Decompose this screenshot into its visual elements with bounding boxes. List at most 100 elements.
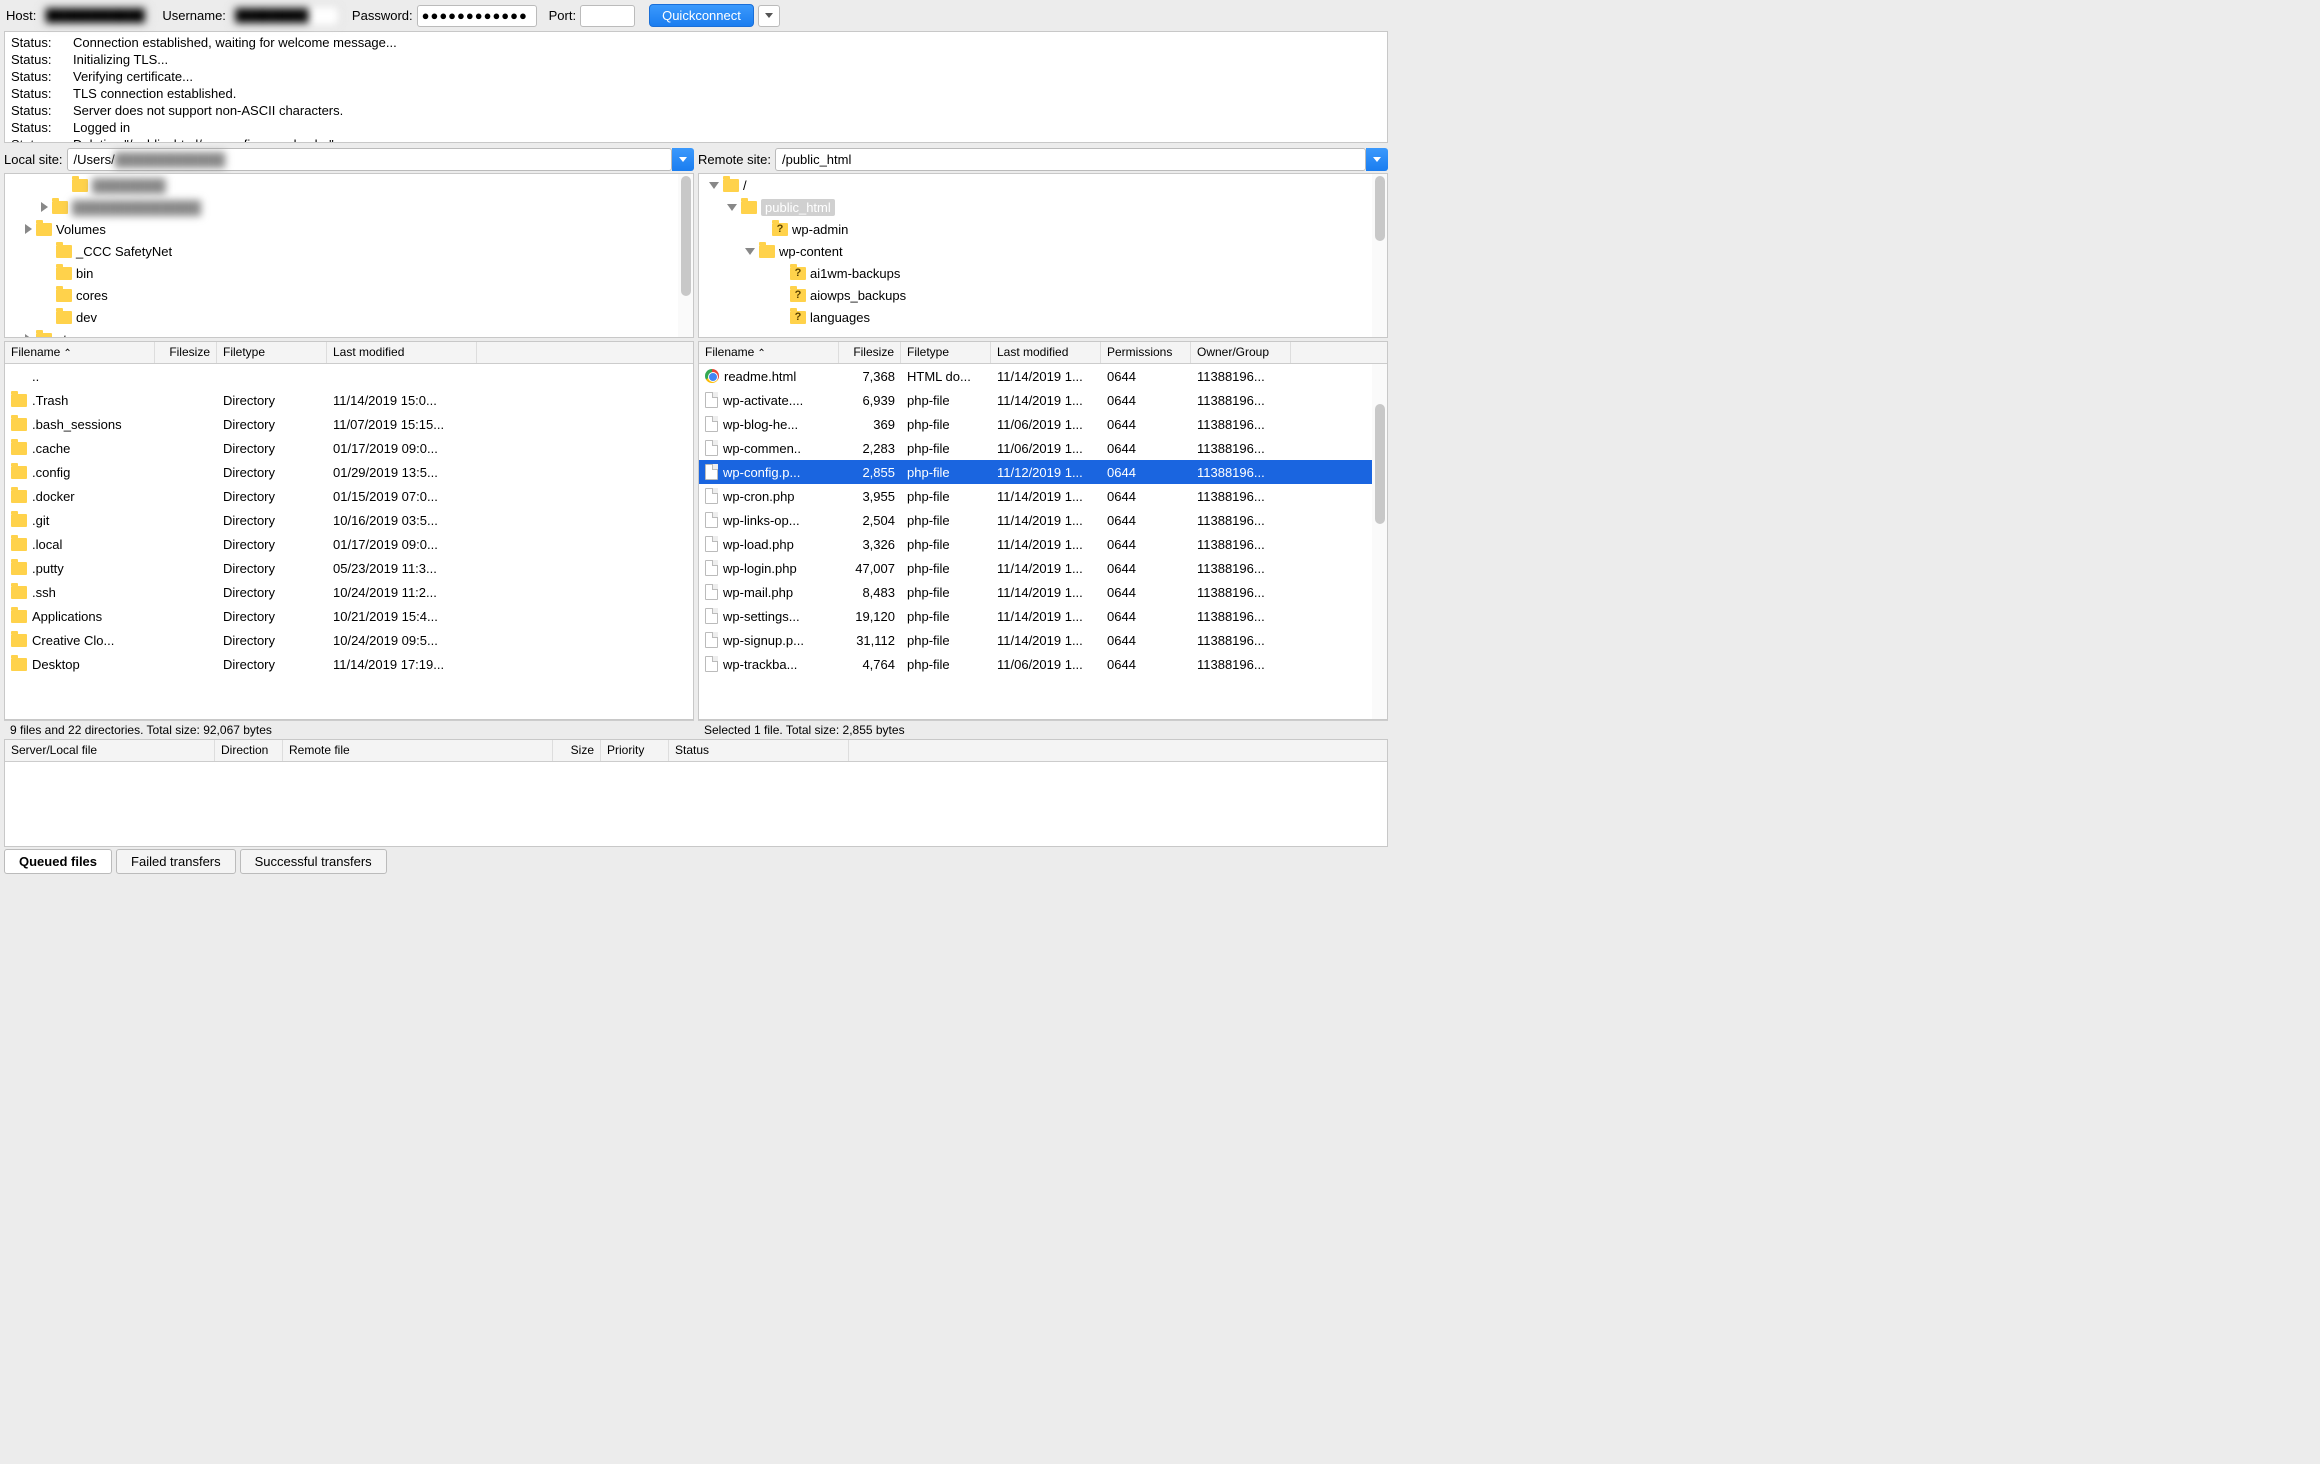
collapse-icon[interactable] xyxy=(727,204,737,211)
folder-unknown-icon: ? xyxy=(790,267,806,280)
column-header[interactable]: Filename⌃ xyxy=(699,342,839,363)
scrollbar-thumb[interactable] xyxy=(1375,176,1385,241)
tree-item[interactable]: _CCC SafetyNet xyxy=(5,240,693,262)
remote-path-dropdown[interactable] xyxy=(1366,148,1388,171)
filetype: php-file xyxy=(901,391,991,410)
filesize: 2,504 xyxy=(839,511,901,530)
scrollbar-thumb[interactable] xyxy=(681,176,691,296)
file-row[interactable]: wp-login.php 47,007 php-file 11/14/2019 … xyxy=(699,556,1387,580)
tree-item[interactable]: etc xyxy=(5,328,693,337)
filetype: Directory xyxy=(217,559,327,578)
column-header[interactable]: Filesize xyxy=(839,342,901,363)
file-row[interactable]: .docker Directory 01/15/2019 07:0... xyxy=(5,484,693,508)
column-header[interactable]: Direction xyxy=(215,740,283,761)
local-pane: Local site: /Users/████████████ ████████… xyxy=(4,146,694,739)
file-row[interactable]: readme.html 7,368 HTML do... 11/14/2019 … xyxy=(699,364,1387,388)
expand-icon[interactable] xyxy=(25,224,32,234)
transfer-queue[interactable]: Server/Local fileDirectionRemote fileSiz… xyxy=(4,739,1388,847)
filename: wp-load.php xyxy=(723,537,794,552)
folder-icon xyxy=(11,586,27,599)
filetype: Directory xyxy=(217,439,327,458)
tree-item[interactable]: cores xyxy=(5,284,693,306)
tree-item[interactable]: public_html xyxy=(699,196,1387,218)
file-row[interactable]: .ssh Directory 10/24/2019 11:2... xyxy=(5,580,693,604)
local-path-dropdown[interactable] xyxy=(672,148,694,171)
folder-icon xyxy=(11,394,27,407)
expand-icon[interactable] xyxy=(41,202,48,212)
file-row[interactable]: .git Directory 10/16/2019 03:5... xyxy=(5,508,693,532)
file-row[interactable]: wp-settings... 19,120 php-file 11/14/201… xyxy=(699,604,1387,628)
tree-item[interactable]: bin xyxy=(5,262,693,284)
file-permissions: 0644 xyxy=(1101,415,1191,434)
tree-item[interactable]: wp-content xyxy=(699,240,1387,262)
tree-item[interactable]: ?wp-admin xyxy=(699,218,1387,240)
file-permissions: 0644 xyxy=(1101,463,1191,482)
collapse-icon[interactable] xyxy=(745,248,755,255)
file-row[interactable]: wp-config.p... 2,855 php-file 11/12/2019… xyxy=(699,460,1387,484)
quickconnect-button[interactable]: Quickconnect xyxy=(649,4,754,27)
host-input[interactable] xyxy=(40,5,150,27)
file-row[interactable]: .putty Directory 05/23/2019 11:3... xyxy=(5,556,693,580)
file-row[interactable]: wp-blog-he... 369 php-file 11/06/2019 1.… xyxy=(699,412,1387,436)
file-modified: 11/07/2019 15:15... xyxy=(327,415,477,434)
file-row[interactable]: wp-activate.... 6,939 php-file 11/14/201… xyxy=(699,388,1387,412)
file-row[interactable]: .bash_sessions Directory 11/07/2019 15:1… xyxy=(5,412,693,436)
column-header[interactable]: Filetype xyxy=(901,342,991,363)
tree-item[interactable]: ██████████████ xyxy=(5,196,693,218)
file-row[interactable]: wp-links-op... 2,504 php-file 11/14/2019… xyxy=(699,508,1387,532)
tab-successful transfers[interactable]: Successful transfers xyxy=(240,849,387,874)
remote-file-list[interactable]: Filename⌃FilesizeFiletypeLast modifiedPe… xyxy=(698,341,1388,720)
tree-item[interactable]: ?ai1wm-backups xyxy=(699,262,1387,284)
tree-item[interactable]: / xyxy=(699,174,1387,196)
column-header[interactable]: Last modified xyxy=(327,342,477,363)
column-header[interactable]: Filename⌃ xyxy=(5,342,155,363)
tree-item[interactable]: ████████ xyxy=(5,174,693,196)
filesize: 6,939 xyxy=(839,391,901,410)
remote-tree[interactable]: /public_html?wp-adminwp-content?ai1wm-ba… xyxy=(698,173,1388,338)
remote-path-input[interactable]: /public_html xyxy=(775,148,1366,171)
file-row[interactable]: Creative Clo... Directory 10/24/2019 09:… xyxy=(5,628,693,652)
column-header[interactable]: Size xyxy=(553,740,601,761)
username-input[interactable] xyxy=(230,5,340,27)
file-row[interactable]: wp-signup.p... 31,112 php-file 11/14/201… xyxy=(699,628,1387,652)
file-row[interactable]: .Trash Directory 11/14/2019 15:0... xyxy=(5,388,693,412)
column-header[interactable]: Filesize xyxy=(155,342,217,363)
tree-item[interactable]: dev xyxy=(5,306,693,328)
file-row[interactable]: Desktop Directory 11/14/2019 17:19... xyxy=(5,652,693,676)
tree-item[interactable]: Volumes xyxy=(5,218,693,240)
password-input[interactable] xyxy=(417,5,537,27)
file-row[interactable]: .config Directory 01/29/2019 13:5... xyxy=(5,460,693,484)
file-row[interactable]: .cache Directory 01/17/2019 09:0... xyxy=(5,436,693,460)
file-modified: 11/14/2019 1... xyxy=(991,535,1101,554)
column-header[interactable]: Owner/Group xyxy=(1191,342,1291,363)
file-row[interactable]: .local Directory 01/17/2019 09:0... xyxy=(5,532,693,556)
remote-path-value: /public_html xyxy=(782,152,851,167)
file-row[interactable]: wp-mail.php 8,483 php-file 11/14/2019 1.… xyxy=(699,580,1387,604)
message-log[interactable]: Status:Connection established, waiting f… xyxy=(4,31,1388,143)
file-row[interactable]: wp-load.php 3,326 php-file 11/14/2019 1.… xyxy=(699,532,1387,556)
local-file-list[interactable]: Filename⌃FilesizeFiletypeLast modified .… xyxy=(4,341,694,720)
file-row[interactable]: wp-commen.. 2,283 php-file 11/06/2019 1.… xyxy=(699,436,1387,460)
column-header[interactable]: Permissions xyxy=(1101,342,1191,363)
port-input[interactable] xyxy=(580,5,635,27)
column-header[interactable]: Status xyxy=(669,740,849,761)
file-row[interactable]: .. xyxy=(5,364,693,388)
scrollbar-thumb[interactable] xyxy=(1375,404,1385,524)
local-path-input[interactable]: /Users/████████████ xyxy=(67,148,672,171)
column-header[interactable]: Filetype xyxy=(217,342,327,363)
file-row[interactable]: Applications Directory 10/21/2019 15:4..… xyxy=(5,604,693,628)
tree-item[interactable]: ?aiowps_backups xyxy=(699,284,1387,306)
tab-queued files[interactable]: Queued files xyxy=(4,849,112,874)
column-header[interactable]: Remote file xyxy=(283,740,553,761)
local-tree[interactable]: ██████████████████████Volumes_CCC Safety… xyxy=(4,173,694,338)
column-header[interactable]: Server/Local file xyxy=(5,740,215,761)
quickconnect-dropdown-button[interactable] xyxy=(758,5,780,27)
column-header[interactable]: Priority xyxy=(601,740,669,761)
tree-item[interactable]: ?languages xyxy=(699,306,1387,328)
collapse-icon[interactable] xyxy=(709,182,719,189)
file-row[interactable]: wp-cron.php 3,955 php-file 11/14/2019 1.… xyxy=(699,484,1387,508)
expand-icon[interactable] xyxy=(25,334,32,337)
tab-failed transfers[interactable]: Failed transfers xyxy=(116,849,236,874)
file-row[interactable]: wp-trackba... 4,764 php-file 11/06/2019 … xyxy=(699,652,1387,676)
column-header[interactable]: Last modified xyxy=(991,342,1101,363)
